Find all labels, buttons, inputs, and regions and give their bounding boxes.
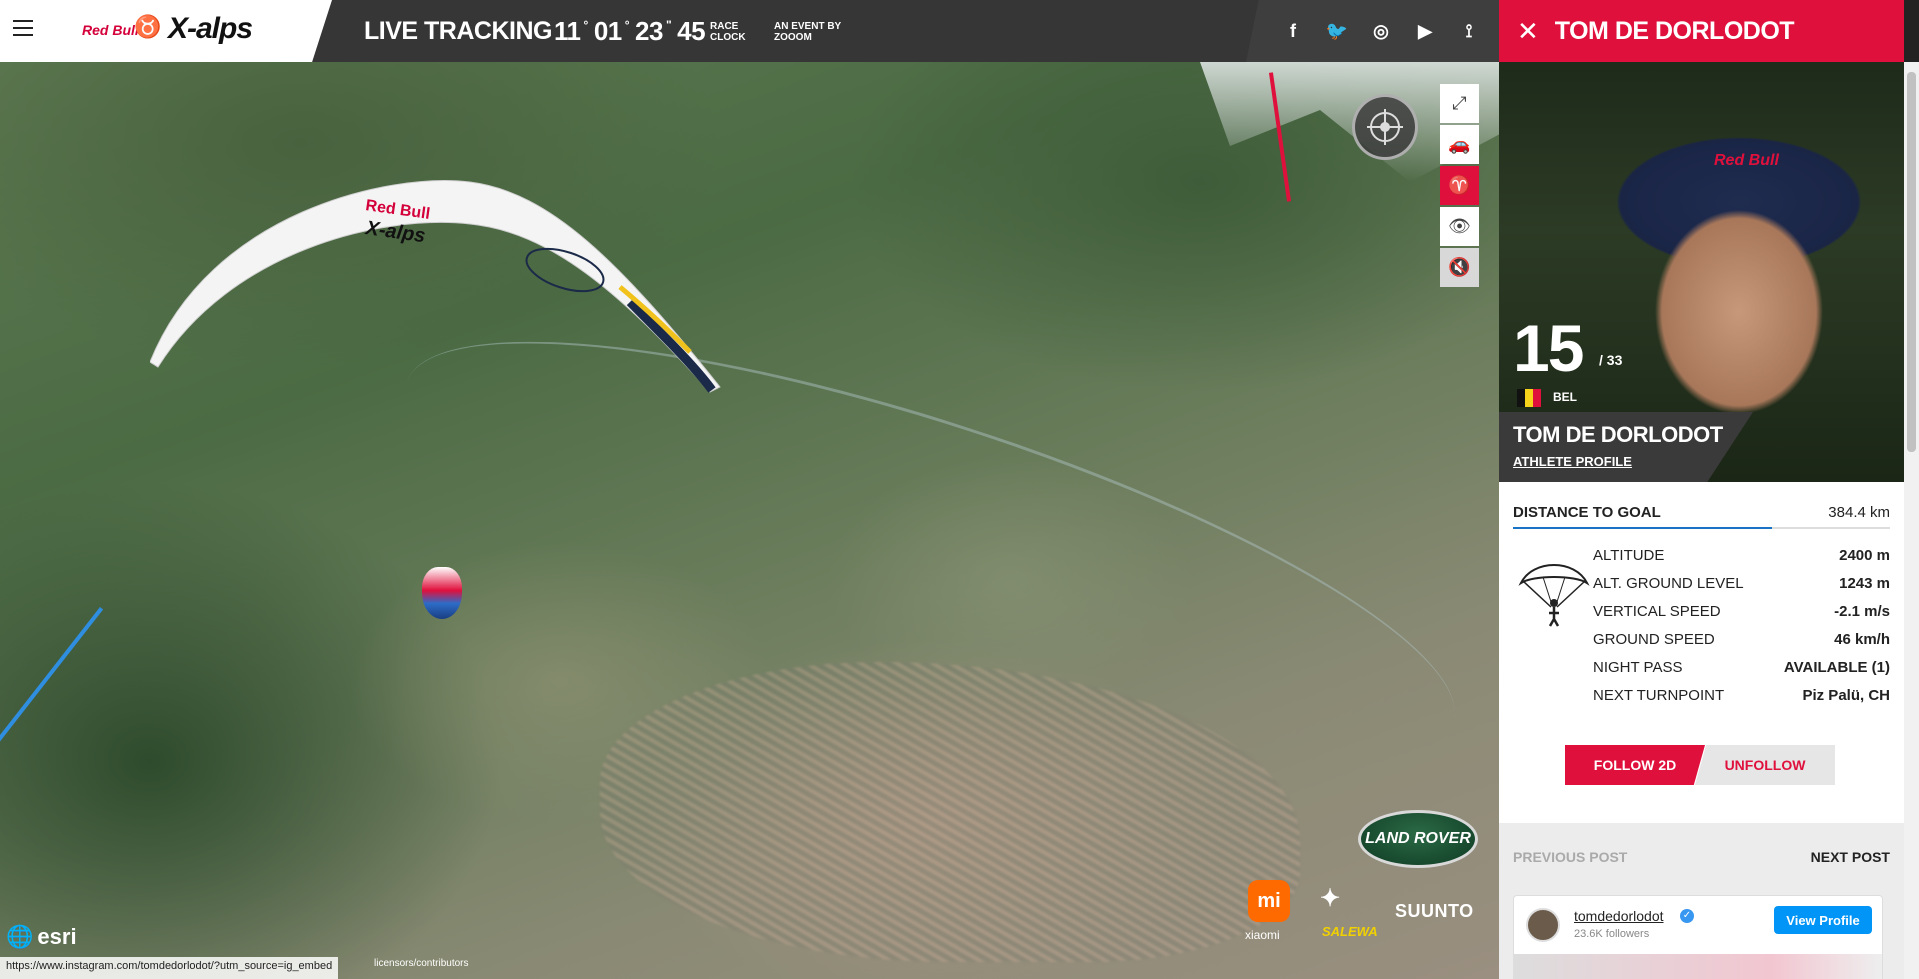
follow-2d-button[interactable]: FOLLOW 2D xyxy=(1565,745,1705,785)
xalps-logo-text[interactable]: X-alps xyxy=(168,12,253,46)
instagram-username[interactable]: tomdedorlodot xyxy=(1574,908,1664,924)
social-links: f 🐦 ◎ ▶ ⟟ xyxy=(1246,0,1499,62)
car-icon: 🚗 xyxy=(1448,134,1471,154)
eye-icon: 👁 xyxy=(1448,216,1471,236)
fullscreen-button[interactable]: ⤢ xyxy=(1440,84,1479,123)
redbull-logo-text[interactable]: Red Bull xyxy=(82,22,139,38)
speaker-muted-icon: 🔇 xyxy=(1448,257,1471,277)
athlete-panel: ✕ TOM DE DORLODOT Red Bull 15 / 33 BEL T… xyxy=(1499,0,1904,979)
stat-row: GROUND SPEED 46 km/h xyxy=(1593,631,1890,648)
salewa-logo[interactable]: ✦ xyxy=(1320,884,1340,913)
clock-hours: 01 xyxy=(593,16,622,46)
panel-scrollbar[interactable] xyxy=(1904,62,1919,979)
clock-seconds: 45 xyxy=(677,16,706,46)
facebook-icon[interactable]: f xyxy=(1281,21,1305,42)
compass-control[interactable] xyxy=(1352,94,1418,160)
youtube-icon[interactable]: ▶ xyxy=(1413,21,1437,42)
clock-minutes: 23 xyxy=(635,16,663,46)
distance-progress-bar xyxy=(1513,527,1772,529)
unfollow-button[interactable]: UNFOLLOW xyxy=(1695,745,1835,785)
instagram-icon[interactable]: ◎ xyxy=(1369,21,1393,42)
instagram-embed[interactable]: tomdedorlodot ✓ 23.6K followers View Pro… xyxy=(1513,895,1883,979)
view-profile-button[interactable]: View Profile xyxy=(1774,906,1872,934)
follow-controls: FOLLOW 2D UNFOLLOW xyxy=(1565,745,1904,785)
distance-value: 384.4 km xyxy=(1828,504,1890,521)
instagram-followers: 23.6K followers xyxy=(1574,928,1650,940)
race-clock-label: RACE CLOCK xyxy=(710,21,746,43)
paraglider-icon: ♈ xyxy=(1448,175,1471,195)
rss-icon[interactable]: ⟟ xyxy=(1457,21,1481,42)
panel-title: TOM DE DORLODOT xyxy=(1554,16,1795,45)
clock-days: 11 xyxy=(554,16,581,46)
nation-code: BEL xyxy=(1553,390,1577,404)
hamburger-menu-icon[interactable] xyxy=(13,20,33,38)
stat-row: NIGHT PASS AVAILABLE (1) xyxy=(1593,659,1890,676)
scrollbar-thumb[interactable] xyxy=(1907,72,1916,452)
instagram-post-preview[interactable] xyxy=(1514,954,1882,979)
next-post-button[interactable]: NEXT POST xyxy=(1811,849,1890,865)
suunto-logo[interactable]: SUUNTO xyxy=(1395,901,1474,922)
stats-block: ALTITUDE 2400 m ALT. GROUND LEVEL 1243 m V… xyxy=(1513,547,1890,715)
status-bar-url: https://www.instagram.com/tomdedorlodot/… xyxy=(0,957,339,979)
globe-icon: 🌐 xyxy=(6,924,34,949)
paraglider-view-button[interactable]: ♈ xyxy=(1440,166,1479,205)
avatar[interactable] xyxy=(1526,908,1560,942)
distance-to-goal: DISTANCE TO GOAL 384.4 km xyxy=(1513,504,1890,529)
belgium-flag-icon xyxy=(1517,389,1541,407)
page-title: LIVE TRACKING xyxy=(364,17,552,45)
stats-table: ALTITUDE 2400 m ALT. GROUND LEVEL 1243 m V… xyxy=(1593,547,1890,715)
athlete-photo: Red Bull 15 / 33 BEL TOM DE DORLODOT ATH… xyxy=(1499,62,1904,482)
athlete-profile-link[interactable]: ATHLETE PROFILE xyxy=(1513,454,1632,469)
twitter-icon[interactable]: 🐦 xyxy=(1325,21,1349,42)
stat-row: ALT. GROUND LEVEL 1243 m xyxy=(1593,575,1890,592)
logo-block xyxy=(0,0,332,62)
vehicle-view-button[interactable]: 🚗 xyxy=(1440,125,1479,164)
rank-total: / 33 xyxy=(1599,352,1623,368)
athlete-name: TOM DE DORLODOT xyxy=(1513,422,1723,447)
pilot-marker[interactable] xyxy=(422,567,462,619)
event-by-label[interactable]: AN EVENT BY ZOOOM xyxy=(774,21,841,43)
race-clock: 11 ° 01 ° 23 " 45 xyxy=(554,16,706,46)
mute-button[interactable]: 🔇 xyxy=(1440,248,1479,287)
distance-label: DISTANCE TO GOAL xyxy=(1513,504,1661,521)
post-navigation: PREVIOUS POST NEXT POST xyxy=(1499,823,1904,865)
stat-row: NEXT TURNPOINT Piz Palü, CH xyxy=(1593,687,1890,704)
land-rover-logo[interactable]: LAND ROVER xyxy=(1358,810,1478,868)
map-3d-view[interactable]: Red Bull X-alps ⤢ 🚗 ♈ 👁 🔇 LAND ROVER mi … xyxy=(0,62,1499,979)
cap-logo: Red Bull xyxy=(1714,152,1779,169)
close-icon[interactable]: ✕ xyxy=(1517,16,1539,47)
previous-post-button[interactable]: PREVIOUS POST xyxy=(1513,849,1627,865)
salewa-label: SALEWA xyxy=(1322,924,1378,939)
fullscreen-icon: ⤢ xyxy=(1452,93,1467,113)
panel-header: ✕ TOM DE DORLODOT xyxy=(1499,0,1904,62)
xiaomi-logo[interactable]: mi xyxy=(1248,880,1290,922)
rank-number: 15 xyxy=(1513,311,1584,385)
visibility-button[interactable]: 👁 xyxy=(1440,207,1479,246)
esri-logo[interactable]: 🌐 esri xyxy=(6,924,77,950)
verified-icon: ✓ xyxy=(1680,909,1694,923)
top-header: Red Bull ♉ X-alps LIVE TRACKING 11 ° 01 ° … xyxy=(0,0,1499,62)
map-attribution[interactable]: licensors/contributors xyxy=(374,958,468,969)
bull-logo-icon: ♉ xyxy=(134,14,162,39)
paraglider-icon xyxy=(1513,547,1593,715)
stat-row: ALTITUDE 2400 m xyxy=(1593,547,1890,564)
social-posts: PREVIOUS POST NEXT POST tomdedorlodot ✓ … xyxy=(1499,823,1904,979)
xiaomi-label: xiaomi xyxy=(1245,928,1280,942)
stat-row: VERTICAL SPEED -2.1 m/s xyxy=(1593,603,1890,620)
paraglider-wing: Red Bull X-alps xyxy=(150,180,721,393)
compass-icon xyxy=(1367,109,1403,145)
